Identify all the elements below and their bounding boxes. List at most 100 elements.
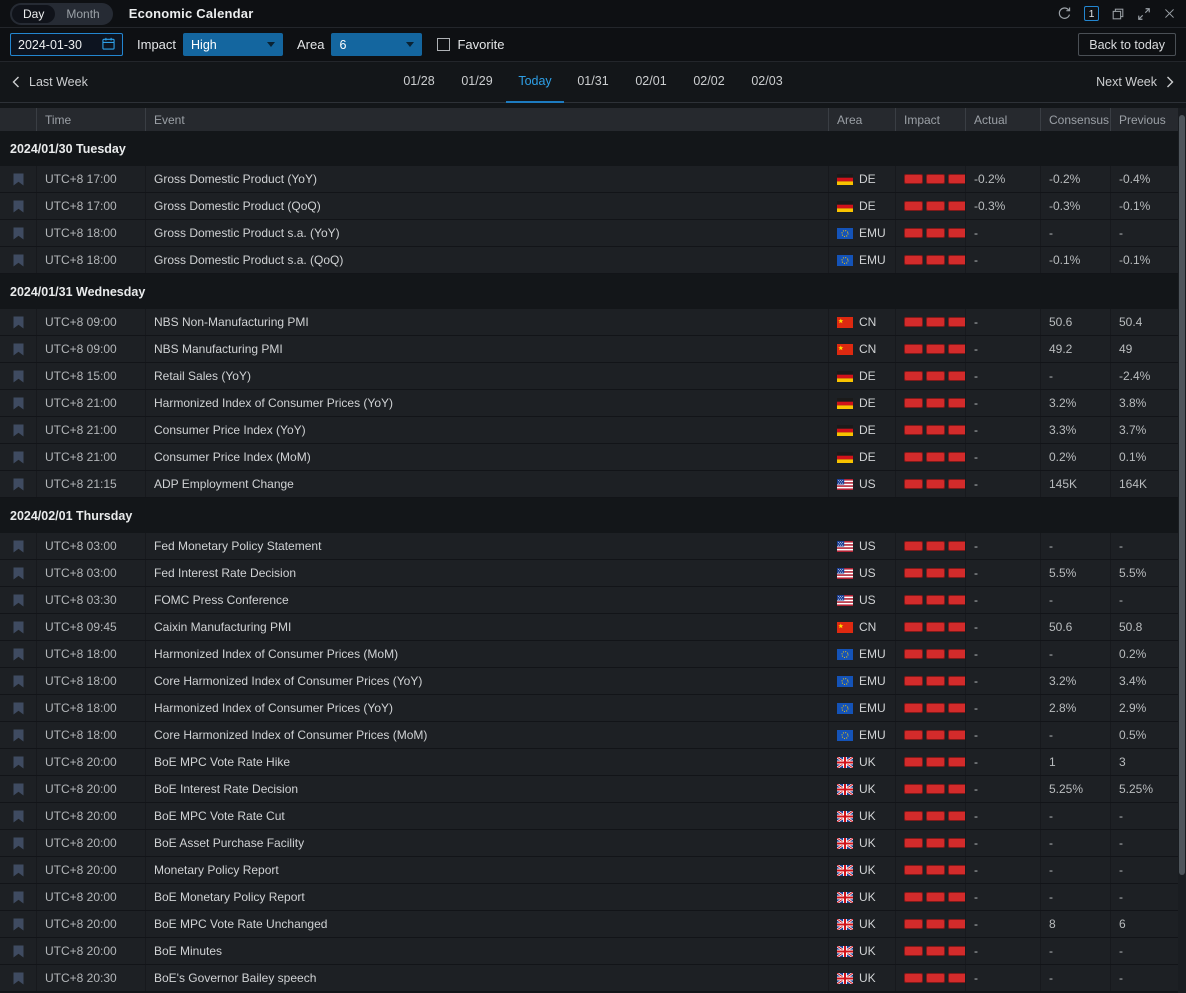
consensus-value: -0.3% xyxy=(1040,193,1110,219)
bookmark-cell[interactable] xyxy=(0,857,36,883)
next-week-button[interactable]: Next Week xyxy=(1096,75,1174,89)
last-week-button[interactable]: Last Week xyxy=(12,75,88,89)
bookmark-cell[interactable] xyxy=(0,614,36,640)
favorite-checkbox[interactable] xyxy=(437,38,451,51)
area-cell: CN xyxy=(828,336,895,362)
bookmark-cell[interactable] xyxy=(0,220,36,246)
table-row[interactable]: UTC+8 20:00 Monetary Policy Report UK - … xyxy=(0,857,1186,884)
bookmark-cell[interactable] xyxy=(0,695,36,721)
table-row[interactable]: UTC+8 21:15 ADP Employment Change US - 1… xyxy=(0,471,1186,498)
table-row[interactable]: UTC+8 17:00 Gross Domestic Product (YoY)… xyxy=(0,166,1186,193)
table-row[interactable]: UTC+8 03:00 Fed Interest Rate Decision U… xyxy=(0,560,1186,587)
table-row[interactable]: UTC+8 15:00 Retail Sales (YoY) DE - - -2… xyxy=(0,363,1186,390)
bookmark-cell[interactable] xyxy=(0,247,36,273)
table-row[interactable]: UTC+8 03:00 Fed Monetary Policy Statemen… xyxy=(0,533,1186,560)
scrollbar-track[interactable] xyxy=(1178,108,1186,993)
table-row[interactable]: UTC+8 18:00 Core Harmonized Index of Con… xyxy=(0,722,1186,749)
week-day-tab[interactable]: 02/01 xyxy=(622,62,680,103)
actual-value: - xyxy=(965,857,1040,883)
area-select[interactable]: 6 xyxy=(331,33,423,56)
impact-select[interactable]: High xyxy=(183,33,284,56)
date-picker-input[interactable]: 2024-01-30 xyxy=(10,33,123,56)
table-row[interactable]: UTC+8 21:00 Harmonized Index of Consumer… xyxy=(0,390,1186,417)
consensus-value: 2.8% xyxy=(1040,695,1110,721)
expand-icon[interactable] xyxy=(1137,7,1151,21)
refresh-icon[interactable] xyxy=(1057,6,1072,21)
bookmark-cell[interactable] xyxy=(0,587,36,613)
table-row[interactable]: UTC+8 21:00 Consumer Price Index (YoY) D… xyxy=(0,417,1186,444)
table-row[interactable]: UTC+8 09:45 Caixin Manufacturing PMI CN … xyxy=(0,614,1186,641)
impact-level xyxy=(895,417,965,443)
actual-value: - xyxy=(965,220,1040,246)
bookmark-cell[interactable] xyxy=(0,830,36,856)
calendar-icon[interactable] xyxy=(102,37,115,53)
bookmark-cell[interactable] xyxy=(0,336,36,362)
table-row[interactable]: UTC+8 20:00 BoE Monetary Policy Report U… xyxy=(0,884,1186,911)
week-day-tab[interactable]: 01/29 xyxy=(448,62,506,103)
week-day-tab[interactable]: 02/02 xyxy=(680,62,738,103)
bookmark-cell[interactable] xyxy=(0,749,36,775)
bookmark-cell[interactable] xyxy=(0,884,36,910)
bookmark-cell[interactable] xyxy=(0,641,36,667)
table-row[interactable]: UTC+8 03:30 FOMC Press Conference US - -… xyxy=(0,587,1186,614)
back-to-today-button[interactable]: Back to today xyxy=(1078,33,1176,56)
bookmark-cell[interactable] xyxy=(0,803,36,829)
restore-window-icon[interactable] xyxy=(1111,7,1125,21)
area-cell: UK xyxy=(828,857,895,883)
col-actual: Actual xyxy=(965,108,1040,131)
bookmark-cell[interactable] xyxy=(0,965,36,991)
table-row[interactable]: UTC+8 09:00 NBS Manufacturing PMI CN - 4… xyxy=(0,336,1186,363)
bookmark-cell[interactable] xyxy=(0,390,36,416)
bookmark-cell[interactable] xyxy=(0,722,36,748)
table-row[interactable]: UTC+8 20:30 BoE's Governor Bailey speech… xyxy=(0,965,1186,992)
week-day-tab[interactable]: 01/31 xyxy=(564,62,622,103)
area-code: UK xyxy=(859,755,876,769)
impact-bar xyxy=(904,838,923,848)
scrollbar-thumb[interactable] xyxy=(1179,115,1185,875)
table-row[interactable]: UTC+8 21:00 Consumer Price Index (MoM) D… xyxy=(0,444,1186,471)
bookmark-cell[interactable] xyxy=(0,471,36,497)
bookmark-cell[interactable] xyxy=(0,166,36,192)
bookmark-cell[interactable] xyxy=(0,776,36,802)
table-row[interactable]: UTC+8 20:00 BoE MPC Vote Rate Cut UK - -… xyxy=(0,803,1186,830)
bookmark-cell[interactable] xyxy=(0,444,36,470)
table-row[interactable]: UTC+8 18:00 Core Harmonized Index of Con… xyxy=(0,668,1186,695)
table-row[interactable]: UTC+8 20:00 BoE Minutes UK - - - xyxy=(0,938,1186,965)
table-row[interactable]: UTC+8 20:00 BoE MPC Vote Rate Unchanged … xyxy=(0,911,1186,938)
consensus-value: -0.1% xyxy=(1040,247,1110,273)
table-row[interactable]: UTC+8 18:00 Gross Domestic Product s.a. … xyxy=(0,247,1186,274)
bookmark-cell[interactable] xyxy=(0,668,36,694)
col-bookmark xyxy=(0,108,36,131)
table-row[interactable]: UTC+8 09:00 NBS Non-Manufacturing PMI CN… xyxy=(0,309,1186,336)
close-icon[interactable] xyxy=(1163,7,1176,20)
flag-emu-icon xyxy=(837,227,853,239)
bookmark-cell[interactable] xyxy=(0,417,36,443)
table-row[interactable]: UTC+8 20:00 BoE Interest Rate Decision U… xyxy=(0,776,1186,803)
bookmark-cell[interactable] xyxy=(0,309,36,335)
table-row[interactable]: UTC+8 20:00 BoE Asset Purchase Facility … xyxy=(0,830,1186,857)
table-row[interactable]: UTC+8 20:00 BoE MPC Vote Rate Hike UK - … xyxy=(0,749,1186,776)
panel-count-badge[interactable]: 1 xyxy=(1084,6,1099,21)
event-name: NBS Non-Manufacturing PMI xyxy=(145,309,828,335)
tab-month[interactable]: Month xyxy=(55,5,110,23)
previous-value: - xyxy=(1110,857,1186,883)
table-row[interactable]: UTC+8 18:00 Harmonized Index of Consumer… xyxy=(0,695,1186,722)
tab-day[interactable]: Day xyxy=(12,4,56,23)
area-code: US xyxy=(859,477,876,491)
bookmark-cell[interactable] xyxy=(0,533,36,559)
bookmark-icon xyxy=(13,783,23,795)
bookmark-icon xyxy=(13,594,23,606)
week-day-tab[interactable]: 01/28 xyxy=(390,62,448,103)
area-code: EMU xyxy=(859,728,886,742)
bookmark-cell[interactable] xyxy=(0,911,36,937)
bookmark-cell[interactable] xyxy=(0,363,36,389)
table-row[interactable]: UTC+8 18:00 Gross Domestic Product s.a. … xyxy=(0,220,1186,247)
impact-bar xyxy=(904,595,923,605)
week-day-tab[interactable]: 02/03 xyxy=(738,62,796,103)
week-day-tab-active[interactable]: Today xyxy=(506,62,564,103)
bookmark-cell[interactable] xyxy=(0,938,36,964)
table-row[interactable]: UTC+8 18:00 Harmonized Index of Consumer… xyxy=(0,641,1186,668)
bookmark-cell[interactable] xyxy=(0,193,36,219)
bookmark-cell[interactable] xyxy=(0,560,36,586)
table-row[interactable]: UTC+8 17:00 Gross Domestic Product (QoQ)… xyxy=(0,193,1186,220)
